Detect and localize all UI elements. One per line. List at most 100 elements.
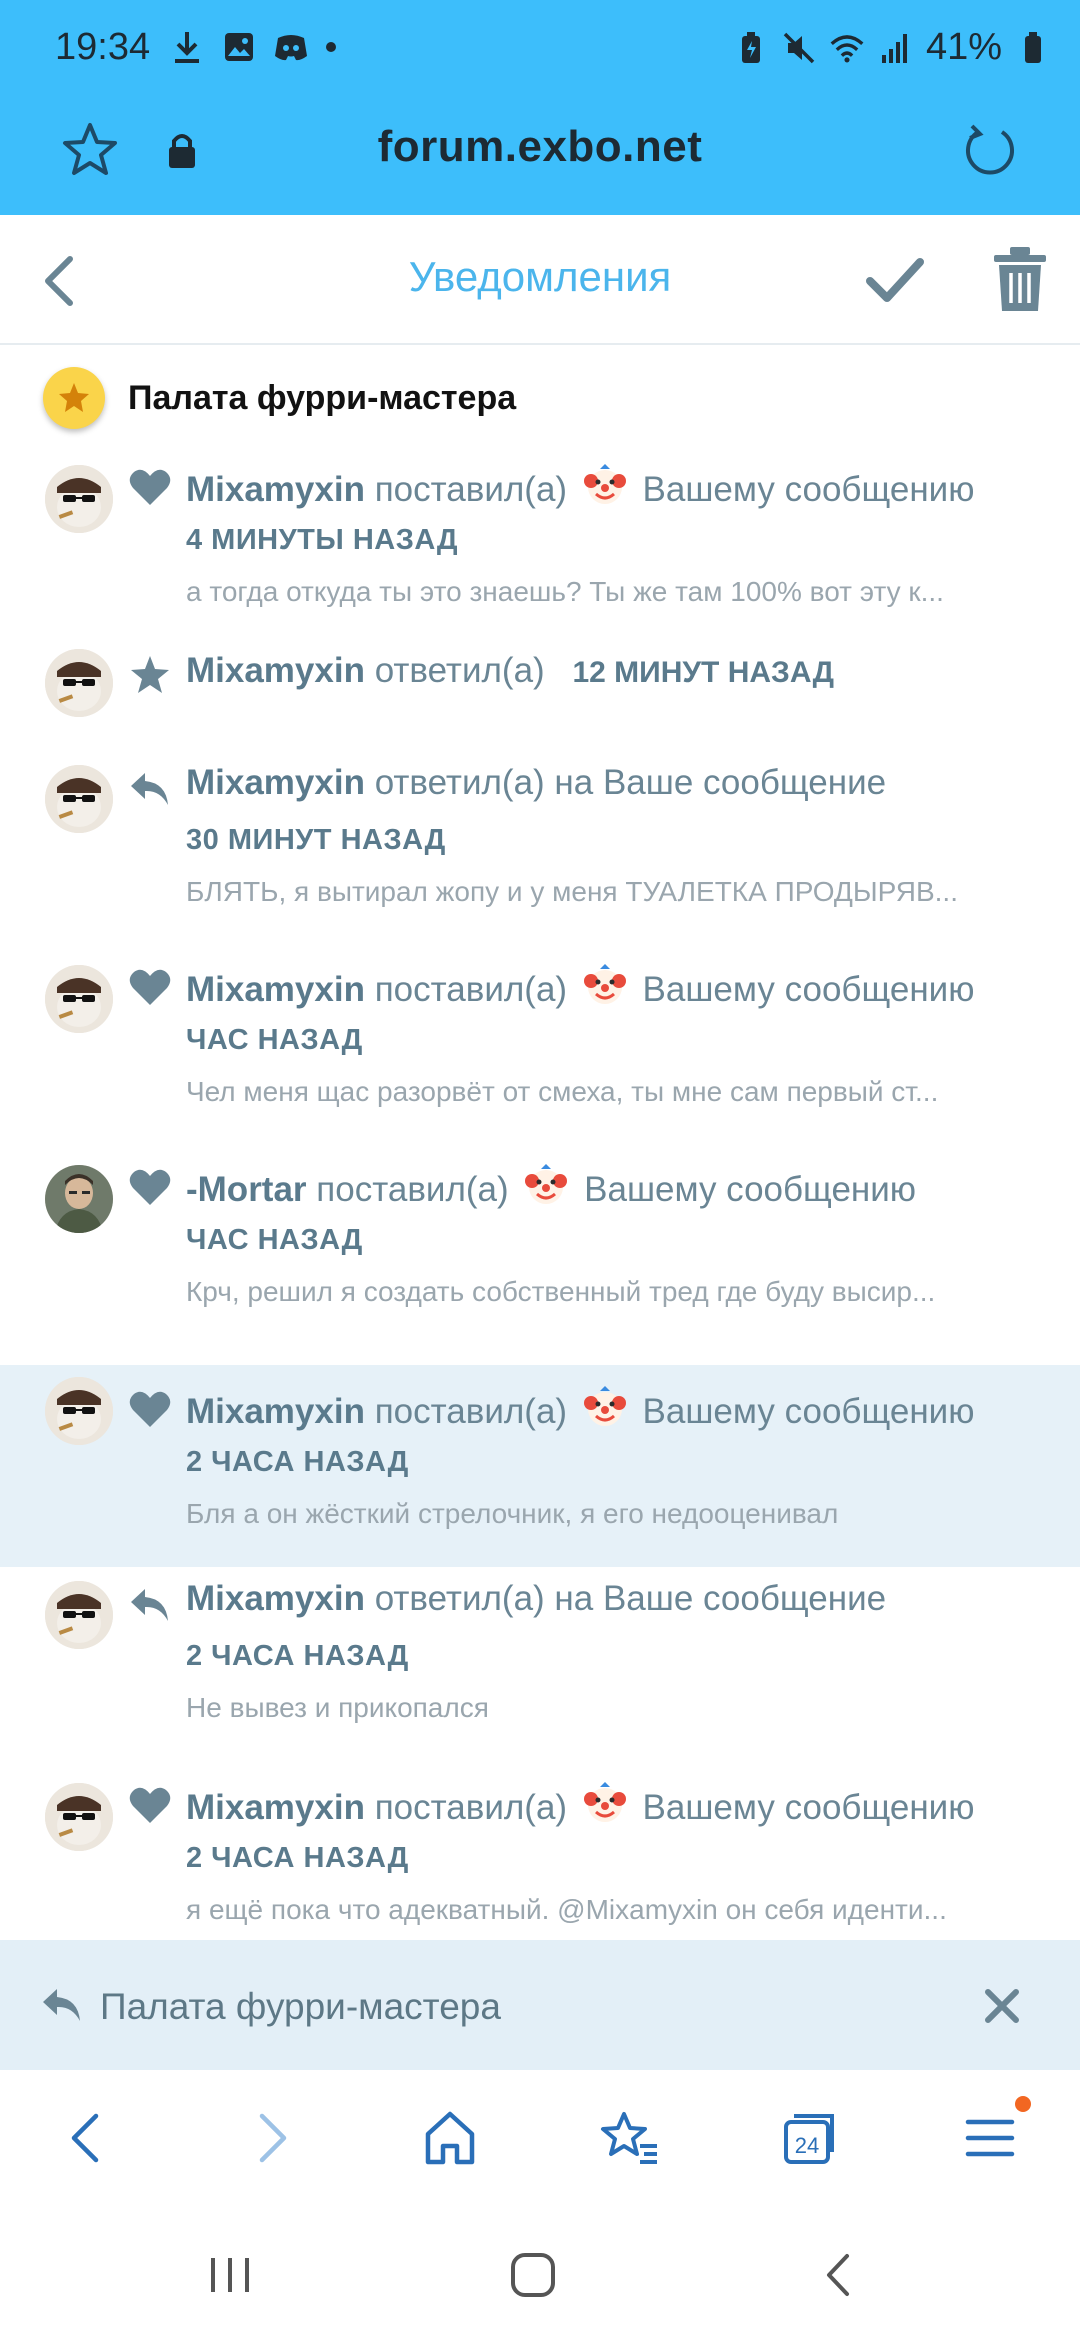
suffix-text: Вашему сообщению bbox=[584, 1170, 917, 1209]
excerpt: Не вывез и прикопался bbox=[186, 1692, 489, 1723]
excerpt: Чел меня щас разорвёт от смеха, ты мне с… bbox=[186, 1076, 939, 1107]
username[interactable]: -Mortar bbox=[186, 1170, 307, 1209]
username[interactable]: Mixamyxin bbox=[186, 1788, 365, 1827]
status-icons-left bbox=[170, 30, 336, 64]
heart-icon bbox=[128, 467, 172, 507]
excerpt: БЛЯТЬ, я вытирал жопу и у меня ТУАЛЕТКА … bbox=[186, 876, 958, 907]
notification-item[interactable]: Mixamyxin ответил(а) на Ваше сообщение 2… bbox=[0, 1567, 1080, 1767]
avatar[interactable] bbox=[45, 965, 113, 1033]
clown-emoji-icon bbox=[583, 463, 627, 507]
timestamp: ЧАС НАЗАД bbox=[186, 1024, 363, 1056]
excerpt: а тогда откуда ты это знаешь? Ты же там … bbox=[186, 576, 944, 607]
excerpt: я ещё пока что адекватный. @Mixamyxin он… bbox=[186, 1894, 947, 1925]
notification-item[interactable]: Mixamyxin ответил(а) 12 МИНУТ НАЗАД bbox=[0, 645, 1080, 745]
reply-icon bbox=[128, 1585, 172, 1625]
suffix-text: Вашему сообщению bbox=[642, 1392, 975, 1431]
clown-emoji-icon bbox=[583, 1781, 627, 1825]
menu-icon[interactable] bbox=[960, 2108, 1020, 2168]
url-field[interactable]: forum.exbo.net bbox=[0, 122, 1080, 172]
timestamp: 2 ЧАСА НАЗАД bbox=[186, 1842, 409, 1874]
page-header: Уведомления bbox=[0, 215, 1080, 345]
notification-item[interactable]: Mixamyxin поставил(а) Вашему сообщению 2… bbox=[0, 1767, 1080, 1940]
avatar[interactable] bbox=[45, 649, 113, 717]
notification-text: -Mortar поставил(а) Вашему сообщению bbox=[186, 1163, 916, 1210]
clown-emoji-icon bbox=[524, 1163, 568, 1207]
discussion-group-header[interactable]: Палата фурри-мастера bbox=[0, 345, 1080, 445]
username[interactable]: Mixamyxin bbox=[186, 970, 365, 1009]
discussion-reply-bar[interactable]: Палата фурри-мастера bbox=[0, 1940, 1080, 2070]
avatar[interactable] bbox=[45, 1783, 113, 1851]
mark-all-read-button[interactable] bbox=[860, 245, 930, 315]
notification-item-unread[interactable]: Mixamyxin поставил(а) Вашему сообщению 2… bbox=[0, 1365, 1080, 1567]
action-text: ответил(а) на Ваше сообщение bbox=[374, 763, 887, 802]
clown-emoji-icon bbox=[583, 963, 627, 1007]
action-text: поставил(а) bbox=[374, 970, 568, 1009]
notification-text: Mixamyxin поставил(а) Вашему сообщению bbox=[186, 463, 974, 510]
status-icons-right: 41% bbox=[734, 26, 1050, 69]
username[interactable]: Mixamyxin bbox=[186, 1392, 365, 1431]
timestamp: 4 МИНУТЫ НАЗАД bbox=[186, 524, 459, 556]
battery-icon bbox=[1016, 31, 1050, 65]
star-icon bbox=[128, 655, 172, 695]
notification-item[interactable]: Mixamyxin поставил(а) Вашему сообщению 4… bbox=[0, 445, 1080, 645]
notification-item[interactable]: Mixamyxin поставил(а) Вашему сообщению Ч… bbox=[0, 955, 1080, 1155]
avatar[interactable] bbox=[45, 1581, 113, 1649]
back-nav-icon[interactable] bbox=[815, 2250, 865, 2300]
bookmarks-icon[interactable] bbox=[600, 2108, 660, 2168]
notification-text: Mixamyxin ответил(а) на Ваше сообщение bbox=[186, 763, 886, 803]
action-text: ответил(а) на Ваше сообщение bbox=[374, 1579, 887, 1618]
star-icon bbox=[59, 383, 89, 412]
notifications-list: Палата фурри-мастера Mixamyxin поставил(… bbox=[0, 345, 1080, 1940]
excerpt: Бля а он жёсткий стрелочник, я его недоо… bbox=[186, 1498, 839, 1529]
avatar[interactable] bbox=[45, 765, 113, 833]
discussion-badge bbox=[43, 367, 105, 429]
discord-icon bbox=[274, 30, 308, 64]
timestamp: 2 ЧАСА НАЗАД bbox=[186, 1446, 409, 1478]
username[interactable]: Mixamyxin bbox=[186, 763, 365, 802]
avatar[interactable] bbox=[45, 1165, 113, 1233]
home-nav-icon[interactable] bbox=[508, 2250, 558, 2300]
browser-forward-icon[interactable] bbox=[240, 2108, 300, 2168]
reply-icon bbox=[40, 1985, 84, 2025]
excerpt: Крч, решил я создать собственный тред гд… bbox=[186, 1276, 936, 1307]
mute-icon bbox=[782, 31, 816, 65]
suffix-text: Вашему сообщению bbox=[642, 970, 975, 1009]
wifi-icon bbox=[830, 31, 864, 65]
avatar[interactable] bbox=[45, 465, 113, 533]
heart-icon bbox=[128, 967, 172, 1007]
more-notifications-dot bbox=[326, 42, 336, 52]
suffix-text: Вашему сообщению bbox=[642, 470, 975, 509]
reply-icon bbox=[128, 769, 172, 809]
heart-icon bbox=[128, 1785, 172, 1825]
action-text: ответил(а) bbox=[374, 651, 545, 690]
discussion-title: Палата фурри-мастера bbox=[128, 379, 517, 417]
notification-text: Mixamyxin ответил(а) 12 МИНУТ НАЗАД bbox=[186, 651, 834, 691]
heart-icon bbox=[128, 1167, 172, 1207]
action-text: поставил(а) bbox=[374, 1788, 568, 1827]
username[interactable]: Mixamyxin bbox=[186, 470, 365, 509]
browser-back-icon[interactable] bbox=[58, 2108, 118, 2168]
username[interactable]: Mixamyxin bbox=[186, 1579, 365, 1618]
tabs-count: 24 bbox=[795, 2133, 819, 2158]
menu-notification-dot bbox=[1015, 2096, 1031, 2112]
close-icon[interactable] bbox=[980, 1984, 1024, 2028]
recents-icon[interactable] bbox=[205, 2250, 255, 2300]
battery-saver-icon bbox=[734, 31, 768, 65]
timestamp: 12 МИНУТ НАЗАД bbox=[572, 656, 834, 689]
notification-text: Mixamyxin ответил(а) на Ваше сообщение bbox=[186, 1579, 886, 1619]
reload-icon[interactable] bbox=[960, 120, 1020, 180]
home-icon[interactable] bbox=[420, 2108, 480, 2168]
tabs-icon[interactable]: 24 bbox=[780, 2108, 840, 2168]
username[interactable]: Mixamyxin bbox=[186, 651, 365, 690]
delete-all-button[interactable] bbox=[990, 245, 1050, 315]
avatar[interactable] bbox=[45, 1377, 113, 1445]
download-icon bbox=[170, 30, 204, 64]
battery-percent: 41% bbox=[925, 26, 1002, 68]
heart-icon bbox=[128, 1389, 172, 1429]
action-text: поставил(а) bbox=[374, 1392, 568, 1431]
notification-text: Mixamyxin поставил(а) Вашему сообщению bbox=[186, 1781, 974, 1828]
reply-bar-title[interactable]: Палата фурри-мастера bbox=[100, 1986, 501, 2028]
browser-toolbar: 24 bbox=[0, 2070, 1080, 2205]
notification-item[interactable]: Mixamyxin ответил(а) на Ваше сообщение 3… bbox=[0, 755, 1080, 955]
notification-item[interactable]: -Mortar поставил(а) Вашему сообщению ЧАС… bbox=[0, 1155, 1080, 1355]
